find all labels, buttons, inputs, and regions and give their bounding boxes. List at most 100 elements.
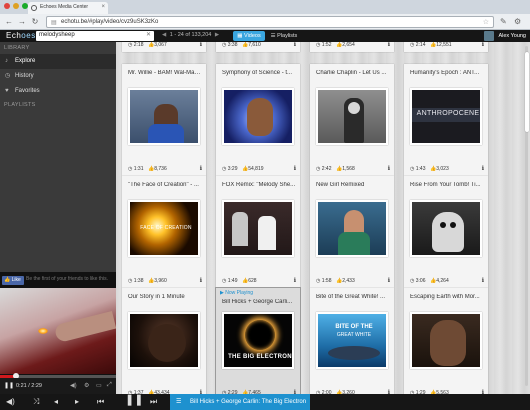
video-thumbnail[interactable]: [410, 312, 482, 369]
search-input[interactable]: melodysheep ✕: [36, 31, 154, 41]
info-icon[interactable]: ℹ: [388, 42, 390, 48]
close-window-icon[interactable]: [4, 3, 10, 9]
video-card[interactable]: Symphony of Science - t... ◷ 3:29 👍54,819 ℹ: [216, 64, 300, 176]
player-controls: ❚❚ 0:21 / 2:29 ◀) ⚙ ▭ ⤢: [0, 378, 116, 394]
clear-search-icon[interactable]: ✕: [146, 31, 151, 38]
video-card[interactable]: Rise From Your Tomb! Ti... ◷ 3:06 👍4,264 ℹ: [404, 176, 488, 288]
volume-icon[interactable]: ◀): [70, 382, 77, 389]
previous-track-icon[interactable]: ⏮: [97, 397, 104, 407]
video-thumbnail[interactable]: THE BIG ELECTRON: [222, 312, 294, 369]
prev-page-icon[interactable]: ◀: [162, 32, 166, 38]
videos-view-button[interactable]: ▦ Videos: [233, 31, 265, 41]
video-card[interactable]: Our Story in 1 Minute ◷ 1:37 👍43,434 ℹ: [122, 288, 206, 394]
sidebar-item-history[interactable]: ◷ History: [0, 69, 116, 84]
video-title[interactable]: Rise From Your Tomb! Ti...: [410, 182, 484, 188]
video-stats: ◷ 2:14 👍12,551 ℹ: [410, 42, 484, 49]
video-title[interactable]: Humanity's Epoch : ANT...: [410, 70, 484, 76]
sidebar-item-explore[interactable]: ♪ Explore: [0, 54, 116, 69]
info-icon[interactable]: ℹ: [294, 42, 296, 48]
video-title[interactable]: Our Story in 1 Minute: [128, 294, 202, 300]
video-thumbnail[interactable]: [128, 312, 200, 369]
tab-close-icon[interactable]: ×: [101, 4, 105, 10]
video-card[interactable]: ◷ 1:52 👍2,654 ℹ: [310, 42, 394, 52]
reload-icon[interactable]: ↻: [30, 17, 40, 27]
video-title[interactable]: "The Face of Creation" - ...: [128, 182, 202, 188]
video-title[interactable]: Bite of the Great White! ...: [316, 294, 390, 300]
video-title[interactable]: Mr. Willie - BAM! Wal-Mart...: [128, 70, 202, 76]
settings-gear-icon[interactable]: ⚙: [84, 382, 89, 389]
info-icon[interactable]: ℹ: [200, 277, 202, 284]
video-card[interactable]: ◷ 2:14 👍12,551 ℹ: [404, 42, 488, 52]
video-title[interactable]: Bill Hicks + George Carli...: [222, 299, 296, 305]
video-thumbnail[interactable]: [410, 200, 482, 257]
video-thumbnail[interactable]: [316, 200, 388, 257]
minimize-window-icon[interactable]: [13, 3, 19, 9]
forward-icon[interactable]: →: [17, 17, 27, 27]
url-text: echotu.be/#play/video/cvz9uSK3zKo: [61, 19, 159, 25]
info-icon[interactable]: ℹ: [294, 165, 296, 172]
likes-value: 7,610: [248, 42, 261, 48]
popout-icon[interactable]: ▭: [96, 382, 102, 389]
playlists-view-button[interactable]: ☰ Playlists: [266, 31, 302, 41]
volume-icon[interactable]: ◀): [6, 397, 15, 407]
pause-icon[interactable]: ❚❚: [4, 382, 14, 389]
info-icon[interactable]: ℹ: [482, 42, 484, 48]
video-card[interactable]: ◷ 3:38 👍7,610 ℹ: [216, 42, 300, 52]
scrollbar-thumb[interactable]: [525, 52, 529, 132]
video-title[interactable]: FOX Remix: "Melody She...: [222, 182, 296, 188]
video-title[interactable]: Symphony of Science - t...: [222, 70, 296, 76]
address-bar[interactable]: ▤ echotu.be/#play/video/cvz9uSK3zKo ☆: [46, 16, 494, 28]
grid-scrollbar[interactable]: [525, 46, 529, 386]
info-icon[interactable]: ℹ: [294, 277, 296, 284]
next-track-icon[interactable]: ⏭: [150, 397, 157, 407]
video-title[interactable]: Charlie Chaplin - Let Us ...: [316, 70, 390, 76]
next-page-icon[interactable]: ▶: [215, 32, 219, 38]
info-icon[interactable]: ℹ: [482, 277, 484, 284]
extension-icon[interactable]: ✎: [500, 17, 507, 26]
video-frame[interactable]: [0, 288, 116, 374]
bookmark-star-icon[interactable]: ☆: [483, 18, 489, 26]
info-icon[interactable]: ℹ: [388, 165, 390, 172]
video-thumbnail[interactable]: [222, 200, 294, 257]
like-button[interactable]: 👍 Like: [2, 276, 24, 285]
video-card[interactable]: Bite of the Great White! ... BITE OF THE G…: [310, 288, 394, 394]
video-card[interactable]: "The Face of Creation" - ... FACE OF CREA…: [122, 176, 206, 288]
video-card[interactable]: ◷ 2:18 👍3,067 ℹ: [122, 42, 206, 52]
likes-value: 628: [248, 278, 257, 284]
duration-value: 3:38: [227, 42, 238, 48]
video-card[interactable]: Humanity's Epoch : ANT... ANTHROPOCENE ◷ 1…: [404, 64, 488, 176]
wrench-icon[interactable]: ⚙: [514, 17, 521, 26]
video-title[interactable]: Escaping Earth with Mor...: [410, 294, 484, 300]
video-title[interactable]: New Girl Remixed: [316, 182, 390, 188]
shuffle-icon[interactable]: ⤨: [33, 397, 39, 407]
video-card[interactable]: Charlie Chaplin - Let Us ... ◷ 2:42 👍1,568…: [310, 64, 394, 176]
now-playing-bar[interactable]: ☰ Bill Hicks + George Carlin: The Big El…: [170, 394, 310, 410]
video-card[interactable]: FOX Remix: "Melody She... ◷ 1:49 👍628 ℹ: [216, 176, 300, 288]
fullscreen-icon[interactable]: ⤢: [107, 382, 112, 389]
sidebar-item-favorites[interactable]: ♥ Favorites: [0, 84, 116, 99]
user-menu[interactable]: Alex Young: [484, 31, 526, 41]
pause-icon[interactable]: ❚❚: [125, 395, 143, 406]
likes-label: 👍1,568: [336, 166, 355, 172]
info-icon[interactable]: ℹ: [200, 165, 202, 172]
video-thumbnail[interactable]: ANTHROPOCENE: [410, 88, 482, 145]
video-thumbnail[interactable]: [128, 88, 200, 145]
info-icon[interactable]: ℹ: [200, 42, 202, 48]
info-icon[interactable]: ℹ: [388, 277, 390, 284]
video-card[interactable]: ▶ Now Playing Bill Hicks + George Carli..…: [216, 288, 300, 394]
video-card[interactable]: Mr. Willie - BAM! Wal-Mart... ◷ 1:31 👍8,73…: [122, 64, 206, 176]
app-logo[interactable]: Echoes: [6, 31, 36, 40]
video-thumbnail[interactable]: BITE OF THE GREAT WHITE: [316, 312, 388, 369]
volume-up-icon[interactable]: ▸: [75, 397, 79, 407]
video-thumbnail[interactable]: [316, 88, 388, 145]
avatar: [484, 31, 495, 41]
video-thumbnail[interactable]: [222, 88, 294, 145]
browser-tab[interactable]: Echoes Media Center ×: [28, 2, 108, 14]
info-icon[interactable]: ℹ: [482, 165, 484, 172]
duration-value: 3:29: [227, 166, 238, 172]
video-card[interactable]: New Girl Remixed ◷ 1:58 👍2,433 ℹ: [310, 176, 394, 288]
video-thumbnail[interactable]: FACE OF CREATION: [128, 200, 200, 257]
video-card[interactable]: Escaping Earth with Mor... ◷ 1:29 👍5,563 ℹ: [404, 288, 488, 394]
back-icon[interactable]: ←: [4, 17, 14, 27]
volume-down-icon[interactable]: ◂: [54, 397, 58, 407]
